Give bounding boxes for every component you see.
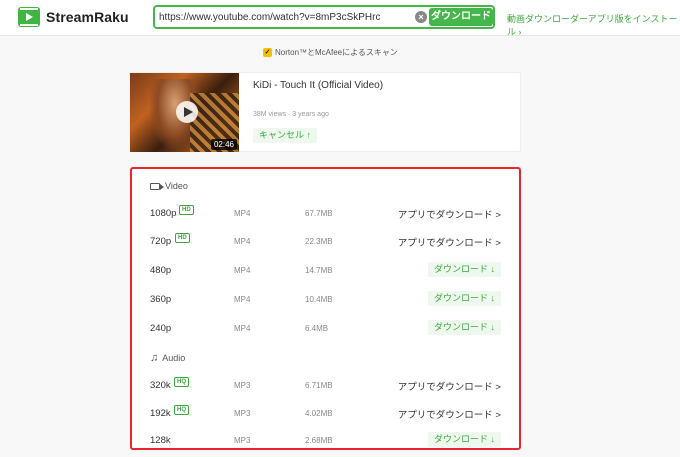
download-button[interactable]: ダウンロード ↓ (427, 262, 501, 277)
duration-badge: 02:46 (210, 139, 237, 150)
scan-text: Norton™とMcAfeeによるスキャン (275, 48, 398, 57)
resolution-label: 480p (150, 265, 172, 276)
top-header: StreamRaku × ダウンロード 動画ダウンローダーアプリ版をインストール… (0, 0, 680, 38)
audio-section-header: ♫ Audio (150, 352, 185, 364)
format-label: MP4 (234, 209, 251, 218)
music-note-icon: ♫ (150, 352, 159, 364)
url-search-box: × ダウンロード (153, 5, 495, 29)
scan-notice: ✓ Norton™とMcAfeeによるスキャン (263, 47, 398, 58)
download-row: 240p MP4 6.4MB ダウンロード ↓ (132, 320, 519, 340)
file-size: 6.71MB (305, 381, 333, 390)
quality-badge: HD (175, 233, 190, 243)
play-icon[interactable] (176, 101, 198, 123)
file-size: 2.68MB (305, 436, 333, 445)
clear-icon[interactable]: × (415, 11, 427, 23)
video-card: 02:46 KiDi - Touch It (Official Video) 3… (129, 72, 521, 152)
video-title: KiDi - Touch It (Official Video) (253, 80, 384, 91)
download-row: 128k MP3 2.68MB ダウンロード ↓ (132, 432, 519, 452)
resolution-label: 1080p (150, 208, 177, 219)
app-download-link[interactable]: アプリでダウンロード > (398, 379, 501, 393)
quality-badge: HQ (174, 377, 189, 387)
download-button[interactable]: ダウンロード ↓ (427, 320, 501, 335)
check-icon: ✓ (263, 48, 272, 57)
download-button[interactable]: ダウンロード ↓ (427, 432, 501, 447)
file-size: 22.3MB (305, 237, 333, 246)
file-size: 4.02MB (305, 409, 333, 418)
audio-section-label: Audio (162, 353, 186, 363)
logo-film-icon (18, 7, 40, 27)
install-app-link[interactable]: 動画ダウンローダーアプリ版をインストール › (507, 12, 680, 38)
resolution-label: 720p (150, 236, 172, 247)
download-row: 192k HQ MP3 4.02MB アプリでダウンロード > (132, 405, 519, 425)
format-label: MP4 (234, 266, 251, 275)
logo[interactable]: StreamRaku (18, 7, 129, 27)
format-label: MP3 (234, 381, 251, 390)
format-label: MP3 (234, 409, 251, 418)
download-row: 320k HQ MP3 6.71MB アプリでダウンロード > (132, 377, 519, 397)
format-label: MP4 (234, 324, 251, 333)
quality-badge: HQ (174, 405, 189, 415)
app-download-link[interactable]: アプリでダウンロード > (398, 235, 501, 249)
format-label: MP4 (234, 295, 251, 304)
format-label: MP3 (234, 436, 251, 445)
download-row: 360p MP4 10.4MB ダウンロード ↓ (132, 291, 519, 311)
logo-text: StreamRaku (46, 9, 129, 25)
file-size: 14.7MB (305, 266, 333, 275)
quality-badge: HD (179, 205, 194, 215)
cancel-button[interactable]: キャンセル ↑ (253, 128, 318, 143)
file-size: 10.4MB (305, 295, 333, 304)
file-size: 6.4MB (305, 324, 329, 333)
app-download-link[interactable]: アプリでダウンロード > (398, 207, 501, 221)
file-size: 67.7MB (305, 209, 333, 218)
download-row: 480p MP4 14.7MB ダウンロード ↓ (132, 262, 519, 282)
app-download-link[interactable]: アプリでダウンロード > (398, 407, 501, 421)
video-thumbnail[interactable]: 02:46 (130, 73, 239, 152)
download-options-panel: Video 1080p HD MP4 67.7MB アプリでダウンロード > 7… (130, 167, 521, 450)
format-label: MP4 (234, 237, 251, 246)
url-input[interactable] (159, 9, 411, 25)
video-meta: 38M views · 3 years ago (253, 111, 329, 118)
resolution-label: 320k (150, 380, 171, 391)
video-section-header: Video (150, 181, 188, 191)
video-camera-icon (150, 182, 164, 190)
download-row: 1080p HD MP4 67.7MB アプリでダウンロード > (132, 205, 519, 225)
download-button[interactable]: ダウンロード ↓ (427, 291, 501, 306)
resolution-label: 128k (150, 435, 171, 446)
resolution-label: 192k (150, 408, 171, 419)
download-button[interactable]: ダウンロード (429, 8, 493, 26)
download-row: 720p HD MP4 22.3MB アプリでダウンロード > (132, 233, 519, 253)
resolution-label: 360p (150, 294, 172, 305)
resolution-label: 240p (150, 323, 172, 334)
video-section-label: Video (165, 181, 188, 191)
